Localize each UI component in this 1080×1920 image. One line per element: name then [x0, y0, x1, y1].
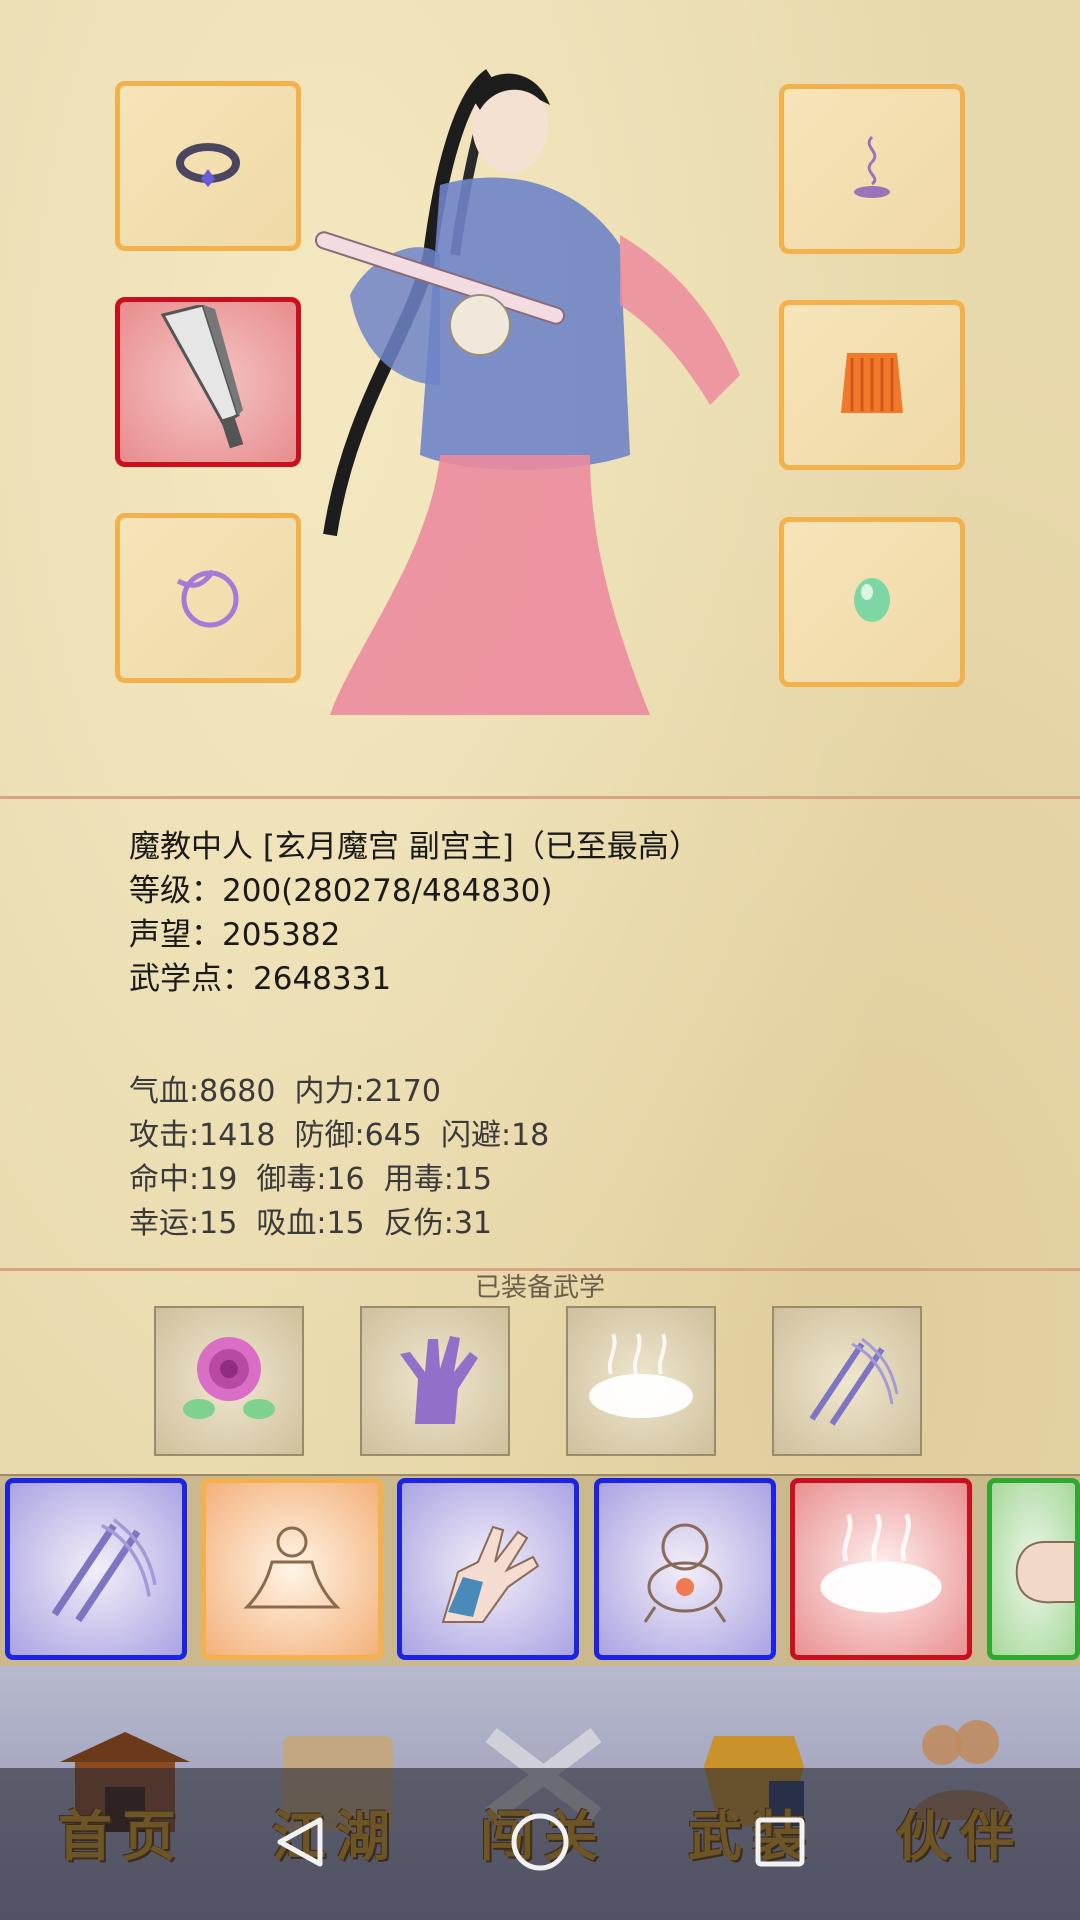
back-button[interactable]: [240, 1796, 360, 1892]
level-line: 等级：200(280278/484830): [129, 873, 553, 909]
equipped-skills-title: 已装备武学: [474, 1273, 605, 1303]
equip-slot-ring[interactable]: [115, 81, 301, 251]
bracelet-icon: [168, 561, 248, 635]
home-button[interactable]: [480, 1796, 600, 1892]
equip-slot-weapon[interactable]: [115, 297, 301, 467]
crossed-blades-icon: [792, 1324, 902, 1438]
equip-slot-jade[interactable]: [779, 517, 965, 687]
equip-slot-incense[interactable]: [779, 84, 965, 254]
attributes-line-4: 幸运:15 吸血:15 反伤:31: [129, 1206, 492, 1241]
jade-icon: [847, 570, 897, 634]
claw-hand-icon: [423, 1502, 553, 1636]
equip-slot-robe[interactable]: [779, 300, 965, 470]
attributes-line-1: 气血:8680 内力:2170: [129, 1074, 441, 1109]
character-portrait: [290, 55, 790, 735]
skill-bar-item-6[interactable]: [987, 1478, 1080, 1660]
ring-icon: [173, 139, 243, 193]
skill-bar-item-2[interactable]: [201, 1478, 383, 1660]
skill-bar-item-4[interactable]: [594, 1478, 776, 1660]
divider-top: [0, 796, 1080, 799]
cauldron-icon: [620, 1502, 750, 1636]
meditation-icon: [227, 1502, 357, 1636]
attributes-line-2: 攻击:1418 防御:645 闪避:18: [129, 1118, 550, 1153]
equipped-skill-3[interactable]: [566, 1306, 716, 1456]
reputation-line: 声望：205382: [129, 917, 341, 953]
back-triangle-icon: [270, 1812, 330, 1876]
home-circle-icon: [509, 1811, 571, 1877]
character-identity: 魔教中人 [玄月魔宫 副宫主]（已至最高）: [129, 829, 700, 865]
skill-bar-item-3[interactable]: [397, 1478, 579, 1660]
skill-bar-item-5[interactable]: [790, 1478, 972, 1660]
crossed-blades-icon: [31, 1502, 161, 1636]
robe-icon: [837, 343, 907, 427]
rose-icon: [174, 1324, 284, 1438]
recents-button[interactable]: [720, 1796, 840, 1892]
recents-square-icon: [753, 1815, 807, 1873]
fist-icon: [1005, 1522, 1075, 1616]
palm-icon: [380, 1324, 490, 1438]
equipped-skill-2[interactable]: [360, 1306, 510, 1456]
equipped-skill-1[interactable]: [154, 1306, 304, 1456]
incense-icon: [847, 132, 897, 206]
skill-bar-item-1[interactable]: [5, 1478, 187, 1660]
attributes-line-3: 命中:19 御毒:16 用毒:15: [129, 1162, 492, 1197]
mist-icon: [811, 1502, 951, 1636]
equipped-skill-4[interactable]: [772, 1306, 922, 1456]
broadsword-icon: [143, 303, 273, 459]
mist-icon: [581, 1324, 701, 1438]
equip-slot-bracelet[interactable]: [115, 513, 301, 683]
martial-points-line: 武学点：2648331: [129, 961, 392, 997]
